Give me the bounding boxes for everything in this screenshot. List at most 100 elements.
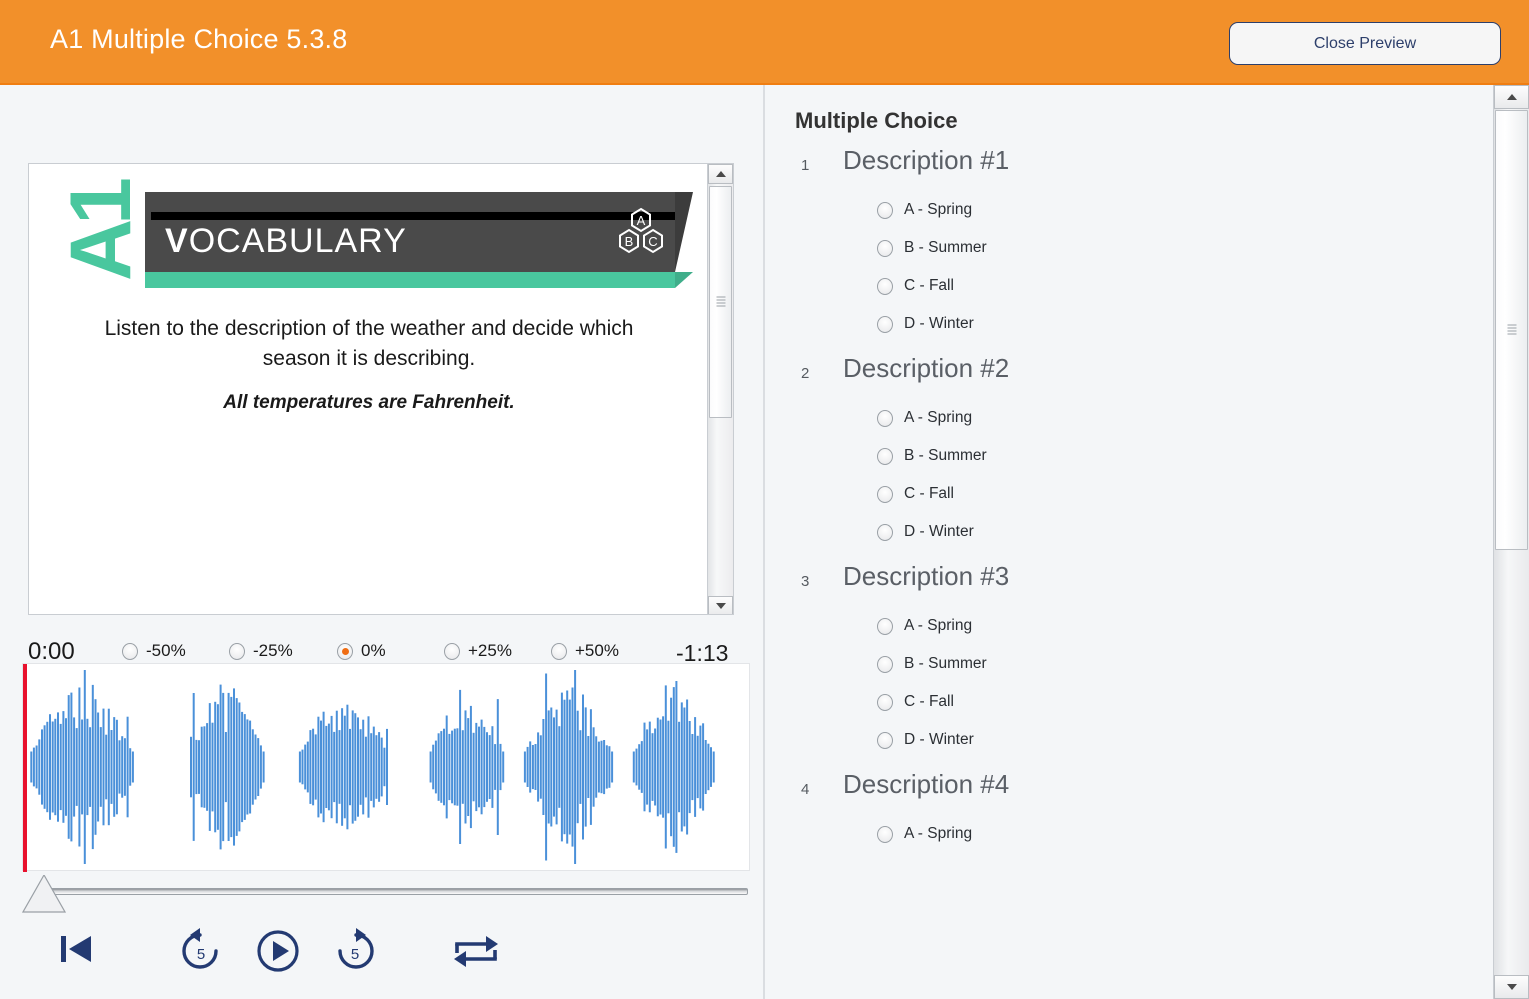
questions-title: Multiple Choice xyxy=(795,108,958,133)
radio-icon[interactable] xyxy=(877,201,893,219)
answer-option-label: D - Winter xyxy=(904,315,974,332)
scrub-handle[interactable] xyxy=(21,873,67,913)
answer-option[interactable]: C - Fall xyxy=(765,267,1493,305)
radio-icon[interactable] xyxy=(877,409,893,427)
speed-option-minus25[interactable]: -25% xyxy=(229,641,293,661)
media-pane: A1 VOCABULARY A B C Listen to the descri… xyxy=(0,85,764,999)
speed-option-plus50[interactable]: +50% xyxy=(551,641,619,661)
abc-hexagons-icon: A B C xyxy=(613,206,669,262)
answer-option[interactable]: D - Winter xyxy=(765,513,1493,551)
document-instructions: Listen to the description of the weather… xyxy=(104,317,634,371)
play-button[interactable] xyxy=(252,925,304,982)
question-text: Description #1 xyxy=(843,145,1010,175)
banner-title: VOCABULARY xyxy=(165,222,407,261)
radio-icon[interactable] xyxy=(877,277,893,295)
answer-option[interactable]: A - Spring xyxy=(765,815,1493,853)
answer-option-label: B - Summer xyxy=(904,655,987,672)
triangle-up-icon xyxy=(715,171,726,177)
close-preview-button[interactable]: Close Preview xyxy=(1229,22,1501,65)
radio-icon[interactable] xyxy=(877,825,893,843)
speed-option-plus25[interactable]: +25% xyxy=(444,641,512,661)
radio-icon[interactable] xyxy=(122,642,138,660)
answer-option[interactable]: A - Spring xyxy=(765,191,1493,229)
document-scrollbar[interactable] xyxy=(707,164,733,614)
speed-option-minus50[interactable]: -50% xyxy=(122,641,186,661)
answer-option-label: B - Summer xyxy=(904,447,987,464)
speed-option-label: +50% xyxy=(575,641,619,660)
radio-icon[interactable] xyxy=(444,642,460,660)
radio-icon-selected[interactable] xyxy=(337,642,353,660)
svg-text:5: 5 xyxy=(351,946,359,963)
vocabulary-banner: VOCABULARY A B C xyxy=(145,192,693,288)
radio-icon[interactable] xyxy=(877,655,893,673)
banner-rule xyxy=(151,212,675,220)
radio-icon[interactable] xyxy=(877,485,893,503)
answer-option[interactable]: C - Fall xyxy=(765,475,1493,513)
banner-fold-shadow xyxy=(675,192,693,272)
answer-option-label: A - Spring xyxy=(904,825,973,842)
question-number: 1 xyxy=(801,157,810,174)
forward-5-button[interactable]: 5 xyxy=(330,925,382,982)
svg-text:B: B xyxy=(625,234,634,249)
speed-option-label: -50% xyxy=(146,641,186,660)
radio-icon[interactable] xyxy=(551,642,567,660)
document-scroll-up-button[interactable] xyxy=(708,164,733,184)
document-viewer[interactable]: A1 VOCABULARY A B C Listen to the descri… xyxy=(28,163,734,615)
document-note: All temperatures are Fahrenheit. xyxy=(223,392,515,413)
answer-option[interactable]: B - Summer xyxy=(765,229,1493,267)
question-item: 1 Description #1 A - Spring B - Summer C - F… xyxy=(765,145,1493,343)
answer-option-label: C - Fall xyxy=(904,277,954,294)
speed-option-label: +25% xyxy=(468,641,512,660)
answer-option[interactable]: D - Winter xyxy=(765,305,1493,343)
page-scroll-down-button[interactable] xyxy=(1494,975,1529,999)
grip-icon xyxy=(716,296,725,308)
questions-pane: Multiple Choice 1 Description #1 A - Sprin… xyxy=(765,85,1493,999)
answer-option[interactable]: B - Summer xyxy=(765,437,1493,475)
page-scroll-thumb[interactable] xyxy=(1495,110,1528,550)
answer-option-label: B - Summer xyxy=(904,239,987,256)
question-text: Description #2 xyxy=(843,353,1010,383)
radio-icon[interactable] xyxy=(877,315,893,333)
speed-option-label: -25% xyxy=(253,641,293,660)
document-scroll-thumb[interactable] xyxy=(709,186,732,418)
waveform-canvas xyxy=(30,670,715,864)
playhead-marker xyxy=(23,664,27,872)
triangle-down-icon xyxy=(715,603,726,609)
radio-icon[interactable] xyxy=(877,731,893,749)
radio-icon[interactable] xyxy=(877,447,893,465)
document-scroll-down-button[interactable] xyxy=(708,596,733,614)
svg-text:C: C xyxy=(648,234,657,249)
page-title: A1 Multiple Choice 5.3.8 xyxy=(50,24,348,54)
loop-button[interactable] xyxy=(448,925,504,982)
answer-option[interactable]: A - Spring xyxy=(765,399,1493,437)
radio-icon[interactable] xyxy=(877,617,893,635)
radio-icon[interactable] xyxy=(877,239,893,257)
radio-icon[interactable] xyxy=(877,693,893,711)
player-controls: 5 5 xyxy=(30,925,550,991)
audio-waveform[interactable] xyxy=(22,663,750,872)
current-time: 0:00 xyxy=(28,638,75,665)
triangle-up-icon xyxy=(1506,94,1517,100)
page-scrollbar[interactable] xyxy=(1493,85,1529,999)
answer-option-label: A - Spring xyxy=(904,409,973,426)
answer-option[interactable]: D - Winter xyxy=(765,721,1493,759)
question-item: 4 Description #4 A - Spring xyxy=(765,769,1493,853)
radio-icon[interactable] xyxy=(229,642,245,660)
radio-icon[interactable] xyxy=(877,523,893,541)
scrub-slider[interactable] xyxy=(21,873,750,913)
question-item: 3 Description #3 A - Spring B - Summer C - F… xyxy=(765,561,1493,759)
answer-option[interactable]: A - Spring xyxy=(765,607,1493,645)
scrub-track[interactable] xyxy=(48,888,748,895)
speed-option-zero[interactable]: 0% xyxy=(337,641,386,661)
answer-option-label: A - Spring xyxy=(904,201,973,218)
svg-text:5: 5 xyxy=(197,946,205,963)
page-scroll-up-button[interactable] xyxy=(1494,85,1529,109)
question-header: 4 Description #4 xyxy=(765,769,1493,815)
answer-option[interactable]: C - Fall xyxy=(765,683,1493,721)
speed-option-label: 0% xyxy=(361,641,386,660)
skip-to-start-button[interactable] xyxy=(52,925,100,978)
banner-accent-fold xyxy=(675,272,693,288)
rewind-5-button[interactable]: 5 xyxy=(174,925,226,982)
answer-option-label: C - Fall xyxy=(904,693,954,710)
answer-option[interactable]: B - Summer xyxy=(765,645,1493,683)
